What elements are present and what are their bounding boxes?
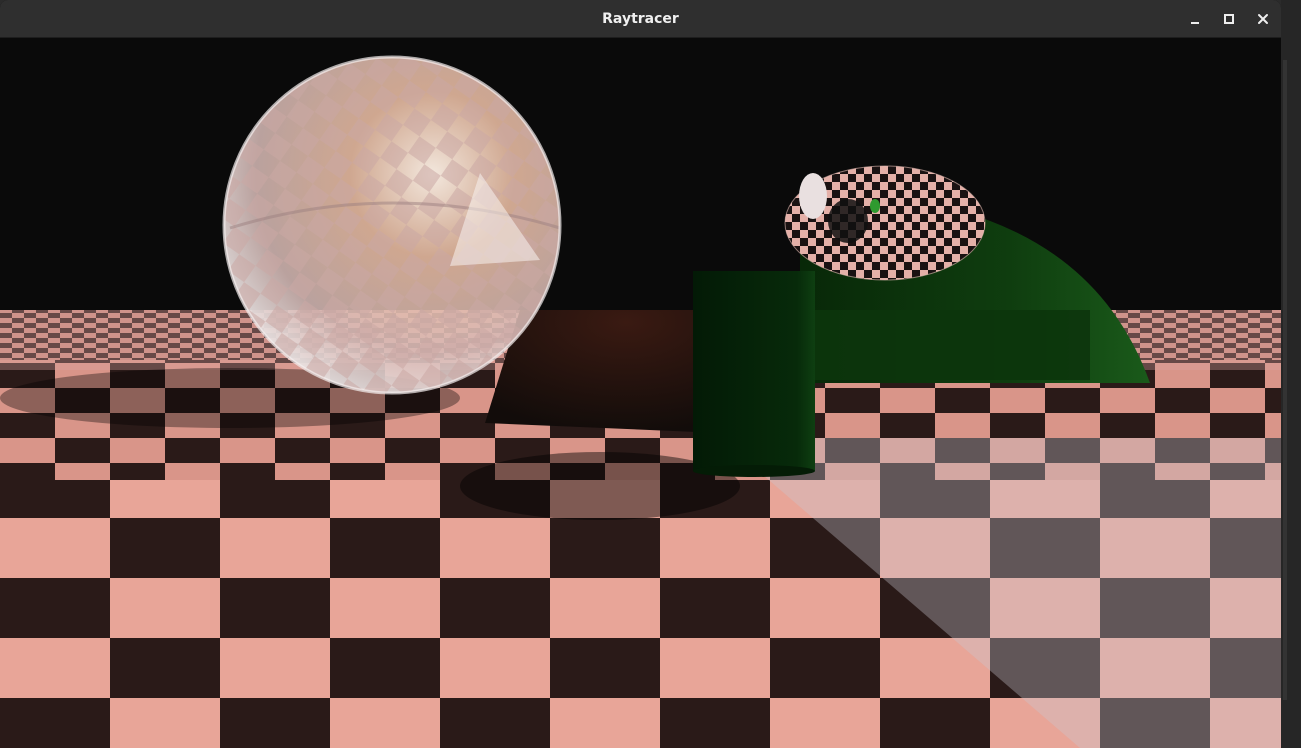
- bowl-green-spot: [870, 199, 880, 213]
- maximize-icon: [1224, 14, 1234, 24]
- bowl-dark-spot: [828, 199, 868, 243]
- minimize-icon: [1191, 22, 1199, 24]
- minimize-button[interactable]: [1183, 7, 1207, 31]
- app-window: Raytracer: [0, 0, 1281, 748]
- green-cylinder: [693, 271, 815, 471]
- window-title: Raytracer: [602, 11, 679, 27]
- raytraced-scene: [0, 38, 1281, 748]
- window-controls: [1183, 7, 1275, 31]
- window-border: [1281, 0, 1301, 748]
- small-white-sphere: [799, 173, 827, 219]
- close-button[interactable]: [1251, 7, 1275, 31]
- background-sky: [0, 38, 1281, 310]
- edge-bar: [1283, 60, 1287, 700]
- close-icon: [1258, 14, 1268, 24]
- green-dome-face: [815, 310, 1090, 380]
- cylinder-base: [693, 465, 815, 477]
- maximize-button[interactable]: [1217, 7, 1241, 31]
- title-bar[interactable]: Raytracer: [0, 0, 1281, 38]
- render-viewport: [0, 38, 1281, 748]
